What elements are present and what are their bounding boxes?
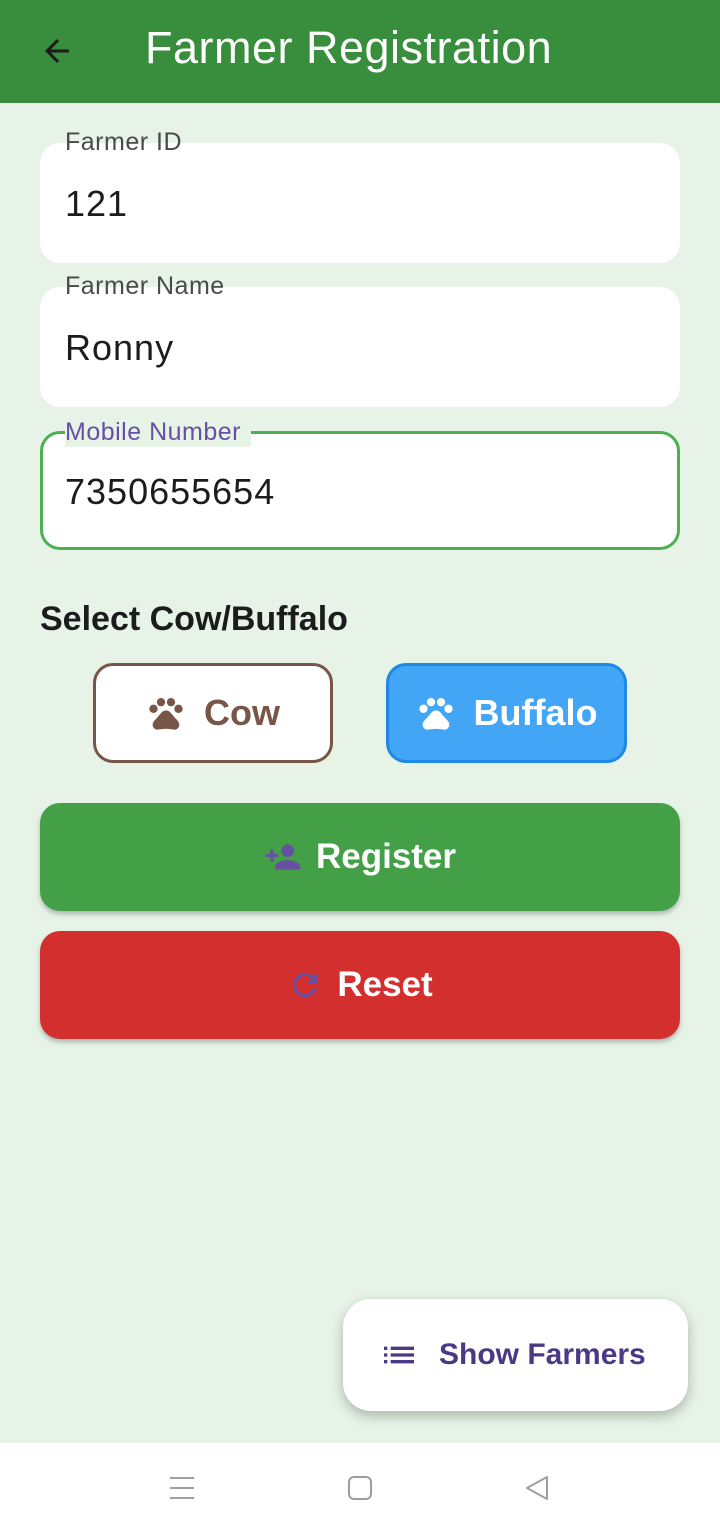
cow-option-label: Cow — [204, 692, 280, 733]
home-square-icon — [348, 1476, 372, 1500]
farmer-id-label: Farmer ID — [65, 128, 182, 156]
buffalo-option-button[interactable]: Buffalo — [386, 663, 627, 763]
list-icon — [384, 1346, 414, 1364]
page-title: Farmer Registration — [145, 22, 553, 73]
menu-icon — [170, 1477, 194, 1499]
cow-option-button[interactable]: Cow — [93, 663, 333, 763]
paw-icon — [149, 698, 183, 730]
nav-home-button[interactable] — [335, 1463, 385, 1513]
farmer-name-value: Ronny — [65, 327, 175, 368]
paw-icon — [418, 698, 453, 730]
mobile-number-label: Mobile Number — [65, 418, 252, 447]
nav-back-button[interactable] — [512, 1463, 562, 1513]
person-add-icon — [265, 844, 301, 870]
buffalo-option-label: Buffalo — [473, 692, 598, 733]
app-bar: Farmer Registration — [0, 0, 720, 103]
arrow-back-icon — [45, 39, 69, 63]
system-nav-bar — [0, 1443, 720, 1531]
mobile-number-value: 7350655654 — [65, 471, 276, 512]
reset-label: Reset — [337, 965, 433, 1004]
show-farmers-button[interactable]: Show Farmers — [343, 1299, 688, 1411]
animal-selection-title: Select Cow/Buffalo — [40, 600, 348, 638]
back-triangle-icon — [526, 1476, 548, 1500]
reset-button[interactable]: Reset — [40, 931, 680, 1039]
register-button[interactable]: Register — [40, 803, 680, 911]
nav-menu-button[interactable] — [157, 1463, 207, 1513]
back-button[interactable] — [30, 24, 84, 78]
refresh-icon — [293, 973, 318, 997]
farmer-id-value: 121 — [65, 183, 129, 224]
farmer-name-label: Farmer Name — [65, 272, 225, 300]
register-label: Register — [315, 837, 457, 876]
farmer-id-field[interactable] — [40, 143, 680, 263]
show-farmers-label: Show Farmers — [439, 1338, 646, 1371]
